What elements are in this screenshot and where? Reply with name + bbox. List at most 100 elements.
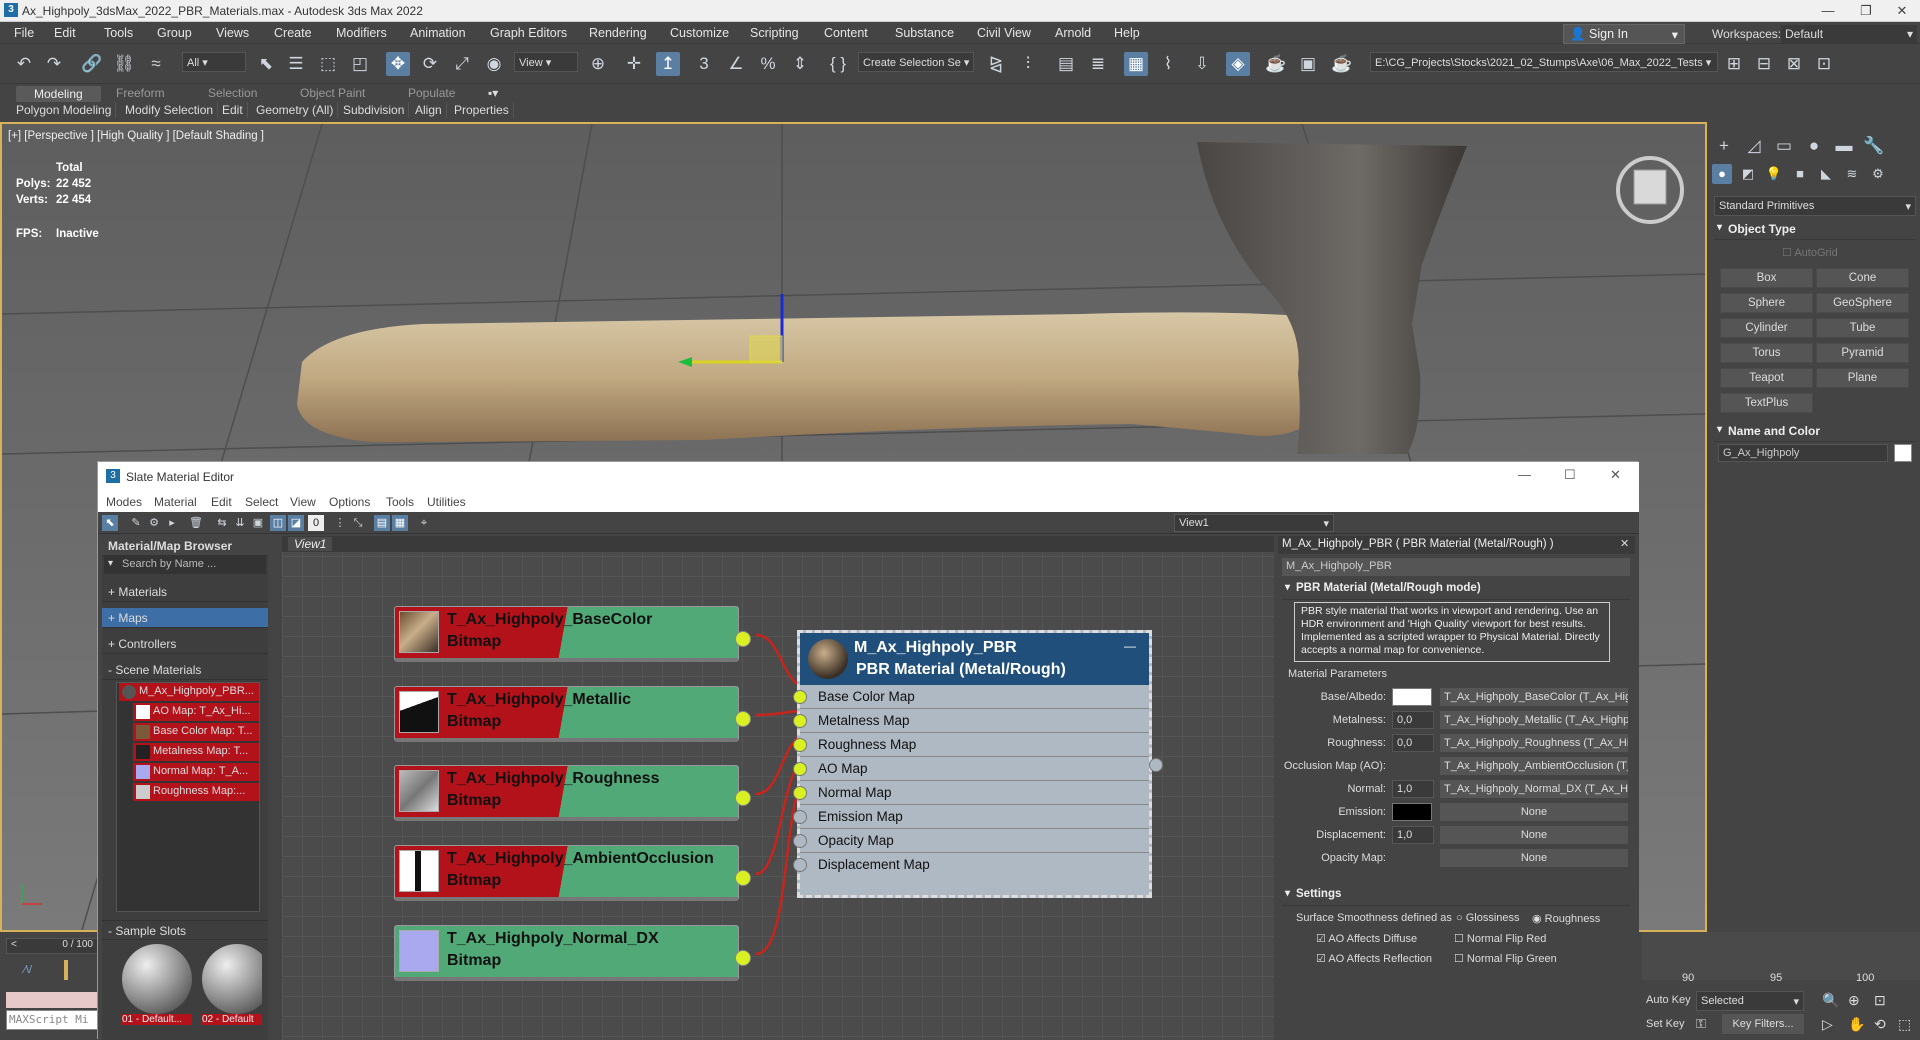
slate-close-button[interactable]: ✕ — [1610, 467, 1621, 483]
menu-arnold[interactable]: Arnold — [1055, 26, 1091, 40]
displacement-spinner[interactable]: 1,0 — [1392, 826, 1434, 844]
hierarchy-tab-icon[interactable]: ▭ — [1772, 134, 1796, 158]
set-key-button[interactable]: Set Key — [1646, 1018, 1685, 1030]
zoom-icon[interactable]: 🔍 — [1822, 992, 1839, 1009]
normal-flip-green-checkbox[interactable]: ☐ Normal Flip Green — [1454, 952, 1557, 965]
menu-group[interactable]: Group — [157, 26, 192, 40]
slate-menu-select[interactable]: Select — [245, 495, 278, 509]
menu-substance[interactable]: Substance — [895, 26, 954, 40]
ribbon-tab-freeform[interactable]: Freeform — [116, 86, 165, 100]
name-and-color-rollout[interactable]: Name and Color — [1714, 424, 1916, 442]
menu-modifiers[interactable]: Modifiers — [336, 26, 387, 40]
bitmap-node-basecolor[interactable]: T_Ax_Highpoly_BaseColor Bitmap — [394, 606, 751, 662]
input-socket[interactable] — [793, 690, 807, 704]
slot-roughness-map[interactable]: Roughness Map — [793, 733, 1149, 757]
select-move-icon[interactable]: ✥ — [386, 52, 410, 76]
layer-explorer-icon[interactable]: ≣ — [1086, 52, 1110, 76]
bitmap-node-normal[interactable]: T_Ax_Highpoly_Normal_DX Bitmap — [394, 925, 751, 981]
lights-icon[interactable]: 💡 — [1764, 164, 1784, 184]
ribbon-tab-populate[interactable]: Populate — [408, 86, 455, 100]
torus-button[interactable]: Torus — [1720, 343, 1813, 363]
input-socket[interactable] — [793, 834, 807, 848]
modify-tab-icon[interactable]: ◿ — [1742, 134, 1766, 158]
metalness-map-button[interactable]: T_Ax_Highpoly_Metallic (T_Ax_Highpol — [1440, 711, 1628, 729]
pbr-material-rollout[interactable]: PBR Material (Metal/Rough mode) — [1282, 582, 1630, 600]
set-key-icon[interactable]: ⚿ — [1696, 1016, 1706, 1032]
metalness-spinner[interactable]: 0,0 — [1392, 711, 1434, 729]
input-socket[interactable] — [793, 714, 807, 728]
base-albedo-color-swatch[interactable] — [1392, 688, 1432, 706]
ribbon-modify-selection[interactable]: Modify Selection — [121, 102, 219, 118]
menu-content[interactable]: Content — [824, 26, 868, 40]
ribbon-subdivision[interactable]: Subdivision — [339, 102, 410, 118]
display-tab-icon[interactable]: ▬ — [1832, 134, 1856, 158]
slate-maximize-button[interactable]: ☐ — [1564, 467, 1576, 483]
sign-in-dropdown[interactable]: 👤 Sign In ▾ — [1563, 24, 1685, 44]
scene-map-item[interactable]: Roughness Map:... — [133, 783, 259, 801]
shapes-icon[interactable]: ◩ — [1738, 164, 1758, 184]
ribbon-edit[interactable]: Edit — [218, 102, 248, 118]
geosphere-button[interactable]: GeoSphere — [1816, 293, 1909, 313]
viewcube[interactable] — [1633, 169, 1667, 205]
view-dropdown[interactable]: View1 ▾ — [1174, 514, 1334, 532]
slate-menu-material[interactable]: Material — [154, 495, 197, 509]
link-icon[interactable]: 🔗 — [80, 52, 104, 76]
close-button[interactable]: ✕ — [1882, 2, 1920, 20]
browser-group-sample-slots[interactable]: - Sample Slots — [102, 920, 268, 940]
curve-editor-mini-icon[interactable]: ⁄\/ — [24, 964, 32, 976]
named-selection-sets-dropdown[interactable]: Create Selection Se ▾ — [858, 52, 974, 72]
collapse-icon[interactable]: — — [1124, 639, 1136, 653]
ao-affects-diffuse-checkbox[interactable]: ☑ AO Affects Diffuse — [1316, 932, 1417, 945]
browser-group-controllers[interactable]: + Controllers — [102, 634, 268, 654]
time-slider[interactable]: <0 / 100 — [6, 938, 98, 954]
menu-graph-editors[interactable]: Graph Editors — [490, 26, 567, 40]
select-place-icon[interactable]: ◉ — [482, 52, 506, 76]
normal-flip-red-checkbox[interactable]: ☐ Normal Flip Red — [1454, 932, 1546, 945]
window-crossing-icon[interactable]: ◰ — [348, 52, 372, 76]
systems-icon[interactable]: ⚙ — [1868, 164, 1888, 184]
cone-button[interactable]: Cone — [1816, 268, 1909, 288]
bitmap-node-metallic[interactable]: T_Ax_Highpoly_Metallic Bitmap — [394, 686, 751, 742]
browser-group-scene-materials[interactable]: - Scene Materials — [102, 660, 268, 680]
listener-mini-bar[interactable] — [6, 992, 98, 1008]
render-setup-icon[interactable]: ☕ — [1264, 52, 1288, 76]
ribbon-polygon-modeling[interactable]: Polygon Modeling — [12, 102, 117, 118]
create-tab-icon[interactable]: + — [1712, 134, 1736, 158]
base-albedo-map-button[interactable]: T_Ax_Highpoly_BaseColor (T_Ax_Highp — [1440, 688, 1628, 706]
layout-children-icon[interactable]: ⤡ — [350, 515, 366, 531]
viewport-label[interactable]: [+] [Perspective ] [High Quality ] [Defa… — [8, 130, 264, 142]
timeline-ruler[interactable]: 90 95 100 — [1642, 932, 1920, 984]
menu-file[interactable]: File — [14, 26, 34, 40]
emission-map-button[interactable]: None — [1440, 803, 1628, 821]
slot-base-color-map[interactable]: Base Color Map — [793, 685, 1149, 709]
slot-emission-map[interactable]: Emission Map — [793, 805, 1149, 829]
node-graph-view[interactable]: View1 T_Ax_Highpoly_BaseColor Bitmap T_A… — [282, 536, 1274, 1040]
object-type-rollout[interactable]: Object Type — [1714, 222, 1916, 240]
close-icon[interactable]: ✕ — [1620, 537, 1629, 550]
search-options-icon[interactable]: ▾ — [108, 558, 113, 569]
node-output-socket[interactable] — [735, 711, 751, 727]
project-save-icon[interactable]: ⊠ — [1782, 52, 1806, 76]
show-shaded-icon[interactable]: ◫ — [270, 515, 286, 531]
slate-menu-options[interactable]: Options — [329, 495, 370, 509]
browser-search-input[interactable]: Search by Name ... — [104, 556, 266, 574]
unlink-icon[interactable]: ⛓ — [112, 52, 136, 76]
select-object-icon[interactable]: ⬉ — [254, 52, 278, 76]
input-socket[interactable] — [793, 738, 807, 752]
slot-opacity-map[interactable]: Opacity Map — [793, 829, 1149, 853]
scene-map-item[interactable]: Metalness Map: T... — [133, 743, 259, 761]
put-to-scene-icon[interactable]: ⚙ — [146, 515, 162, 531]
ribbon-tab-selection[interactable]: Selection — [208, 86, 257, 100]
reference-coordinate-dropdown[interactable]: View ▾ — [514, 52, 578, 72]
utilities-tab-icon[interactable]: 🔧 — [1862, 134, 1886, 158]
emission-color-swatch[interactable] — [1392, 803, 1432, 821]
parameter-editor-toggle-icon[interactable]: ▦ — [392, 515, 408, 531]
input-socket[interactable] — [793, 858, 807, 872]
pyramid-button[interactable]: Pyramid — [1816, 343, 1909, 363]
slate-minimize-button[interactable]: — — [1518, 467, 1531, 482]
slate-menu-tools[interactable]: Tools — [386, 495, 414, 509]
scene-explorer-icon[interactable]: ▤ — [1054, 52, 1078, 76]
input-socket[interactable] — [793, 786, 807, 800]
scene-material-item[interactable]: M_Ax_Highpoly_PBR... — [119, 683, 259, 701]
occlusion-map-button[interactable]: T_Ax_Highpoly_AmbientOcclusion (T_A — [1440, 757, 1628, 775]
